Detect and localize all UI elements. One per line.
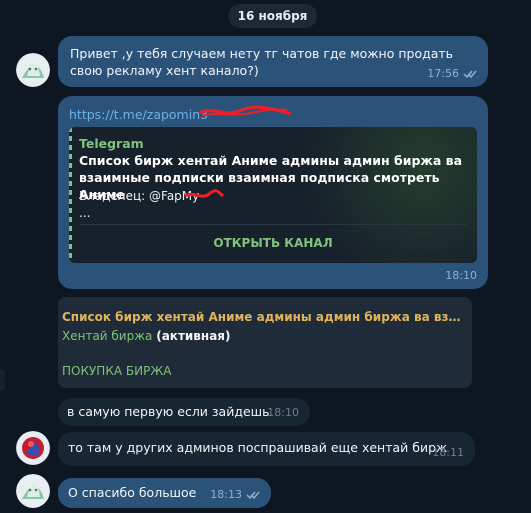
message-text: в самую первую если зайдешь xyxy=(67,404,270,419)
anime-avatar-icon xyxy=(16,53,50,87)
message-bubble[interactable]: в самую первую если зайдешь 18:10 xyxy=(58,398,310,426)
red-blue-avatar-icon xyxy=(16,431,50,465)
message-meta: 18:11 xyxy=(432,444,464,461)
telegram-chat-window: 16 ноября Привет ,у тебя случаем нету тг… xyxy=(0,0,531,513)
channel-card-title: Список бирж хентай Аниме админы админ би… xyxy=(62,310,467,324)
message-time: 18:10 xyxy=(445,269,477,282)
purchase-button[interactable]: ПОКУПКА БИРЖА xyxy=(62,363,171,380)
preview-site: Telegram xyxy=(79,136,144,151)
channel-card-row: Хентай биржа (активная) xyxy=(62,328,230,345)
message-meta: 18:10 xyxy=(267,404,299,421)
link-message-bubble[interactable]: https://t.me/zapomin3 Telegram Список би… xyxy=(58,96,488,289)
double-check-icon xyxy=(463,69,477,79)
double-check-icon xyxy=(246,490,260,500)
channel-card-status: (активная) xyxy=(156,329,231,343)
redaction-scribble xyxy=(198,105,292,117)
preview-ellipsis: ... xyxy=(79,206,91,220)
sender-avatar[interactable] xyxy=(16,431,50,465)
link-preview-card[interactable]: Telegram Список бирж хентай Аниме админы… xyxy=(69,127,477,263)
message-meta: 18:10 xyxy=(445,267,477,284)
redaction-scribble xyxy=(184,189,224,198)
message-meta: 17:56 xyxy=(427,65,477,82)
open-channel-button[interactable]: ОТКРЫТЬ КАНАЛ xyxy=(69,233,477,254)
anime-avatar-icon xyxy=(16,474,50,508)
channel-card-link[interactable]: Хентай биржа xyxy=(62,329,152,343)
message-bubble[interactable]: то там у других админов поспрашивай еще … xyxy=(58,432,475,466)
message-text: Привет ,у тебя случаем нету тг чатов где… xyxy=(70,46,454,78)
message-meta: 18:13 xyxy=(210,486,260,503)
message-time: 17:56 xyxy=(427,67,459,80)
message-bubble[interactable]: О спасибо большое 18:13 xyxy=(58,478,271,508)
date-divider: 16 ноября xyxy=(228,4,317,28)
preview-owner: Владелец: @FapMy xyxy=(79,189,200,203)
side-edge-indicator xyxy=(0,369,5,391)
message-text: то там у других админов поспрашивай еще … xyxy=(68,440,448,455)
message-time: 18:10 xyxy=(267,406,299,419)
message-time: 18:11 xyxy=(432,446,464,459)
preview-divider xyxy=(79,224,467,225)
channel-card[interactable]: Список бирж хентай Аниме админы админ би… xyxy=(58,297,472,388)
message-link[interactable]: https://t.me/zapomin3 xyxy=(69,106,208,123)
message-time: 18:13 xyxy=(210,488,242,501)
message-bubble[interactable]: Привет ,у тебя случаем нету тг чатов где… xyxy=(58,36,488,87)
sender-avatar[interactable] xyxy=(16,474,50,508)
sender-avatar[interactable] xyxy=(16,53,50,87)
message-text: О спасибо большое xyxy=(68,485,197,500)
